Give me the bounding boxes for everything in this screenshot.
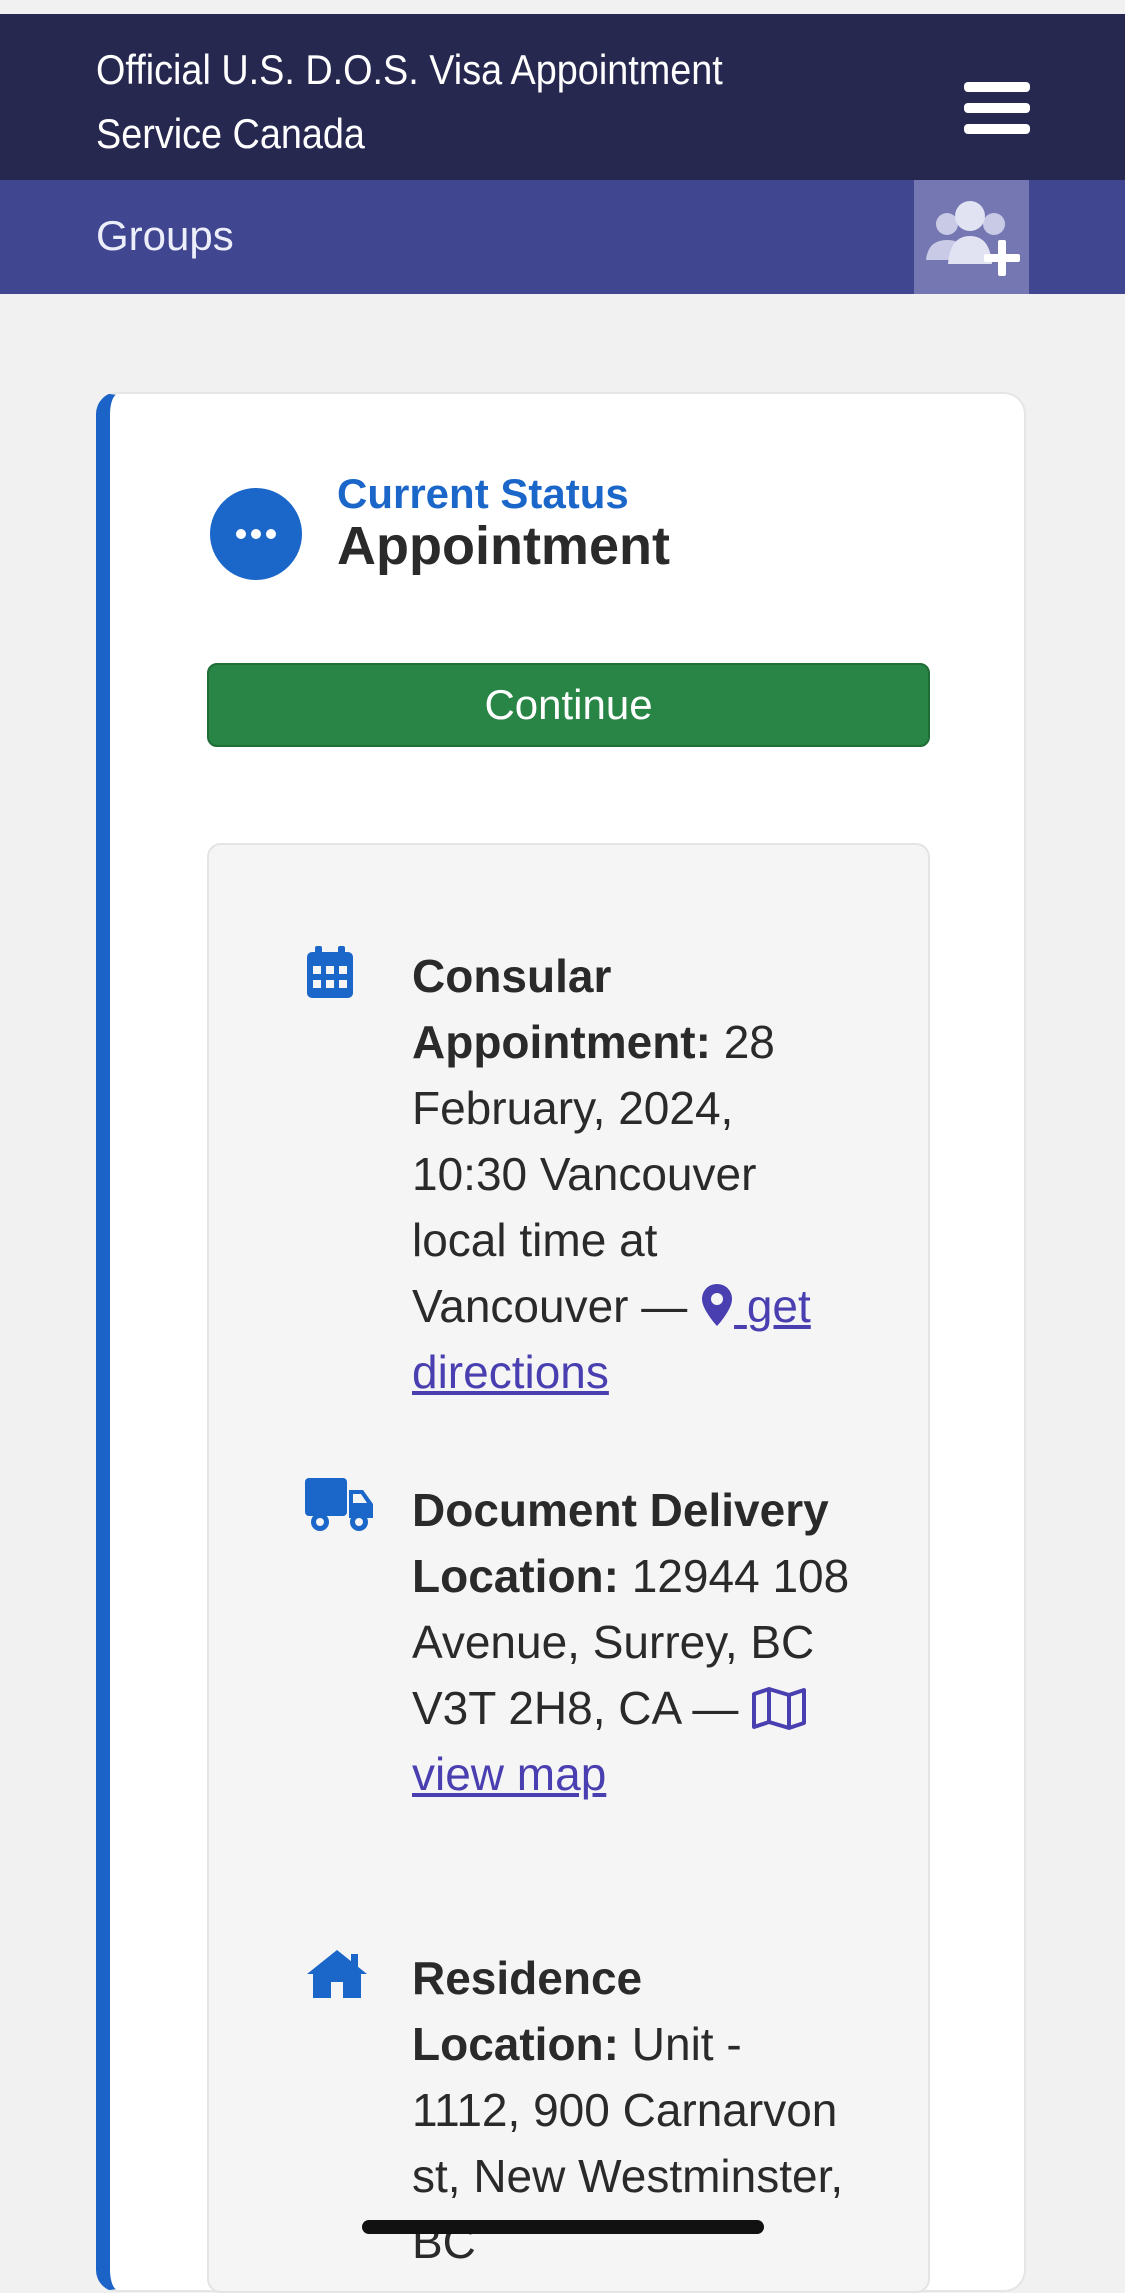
- continue-button[interactable]: Continue: [207, 663, 930, 747]
- calendar-icon: [307, 946, 353, 998]
- current-status-label: Current Status: [337, 470, 629, 517]
- ellipsis-icon: [236, 529, 276, 539]
- top-header: Official U.S. D.O.S. Visa Appointment Se…: [0, 14, 1125, 180]
- map-pin-icon: [702, 1284, 733, 1326]
- view-map-label[interactable]: view map: [412, 1748, 606, 1800]
- document-delivery-text: Document Delivery Location: 12944 108 Av…: [412, 1477, 852, 1807]
- site-title: Official U.S. D.O.S. Visa Appointment Se…: [96, 46, 723, 157]
- add-group-button[interactable]: [914, 180, 1029, 294]
- sub-navigation: Groups: [0, 180, 1125, 294]
- consular-appointment-text: Consular Appointment: 28 February, 2024,…: [412, 943, 852, 1405]
- current-status-value: Appointment: [337, 516, 670, 576]
- hamburger-menu-icon: [964, 82, 1030, 134]
- menu-button[interactable]: [958, 66, 1038, 146]
- consular-appointment-label: Consular Appointment:: [412, 950, 711, 1068]
- home-icon: [307, 1950, 367, 1998]
- home-indicator[interactable]: [362, 2220, 764, 2234]
- map-icon: [752, 1687, 807, 1730]
- residence-location-label: Residence Location:: [412, 1952, 643, 2070]
- add-group-icon: [926, 201, 1020, 276]
- groups-link[interactable]: Groups: [96, 210, 234, 262]
- status-badge: [210, 488, 302, 580]
- truck-icon: [305, 1478, 373, 1531]
